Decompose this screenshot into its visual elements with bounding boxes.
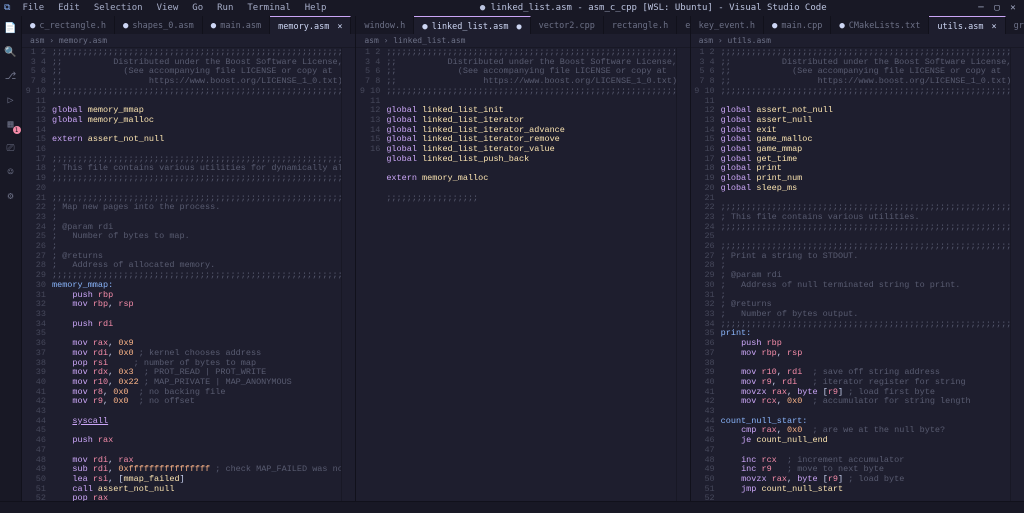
tab-memory-asm[interactable]: memory.asm × — [270, 16, 351, 34]
tab-label: utils.asm — [937, 22, 983, 32]
modified-dot-icon: ● — [839, 21, 844, 31]
tab-label: linked_list.asm — [432, 22, 509, 32]
tab-label: entity.cpp — [685, 21, 689, 31]
close-icon[interactable]: ✕ — [1006, 2, 1020, 14]
tab-actions: ⋯ — [351, 16, 355, 34]
editor-group-0: ● c_rectangle.h ● shapes_0.asm ● main.asm memo… — [22, 16, 356, 501]
main-area: 📄 🔍 ⎇ ▷ ▦1 ⎚ ☺ ⚙ ● c_rectangle.h ● shapes_0.asm ● ma… — [0, 16, 1024, 501]
settings-icon[interactable]: ⚙ — [3, 188, 19, 204]
minimap[interactable] — [1010, 48, 1024, 501]
line-gutter: 1 2 3 4 5 6 7 8 9 10 11 12 13 14 15 16 1… — [691, 48, 721, 501]
breadcrumb[interactable]: asm › memory.asm — [22, 34, 355, 48]
tab-utils-asm[interactable]: utils.asm × — [929, 16, 1005, 34]
line-gutter: 1 2 3 4 5 6 7 8 9 10 11 12 13 14 15 16 — [356, 48, 386, 501]
tab-shapes-0-asm[interactable]: ● shapes_0.asm — [115, 16, 203, 34]
tab-rectangle-h[interactable]: rectangle.h — [604, 16, 677, 34]
tab-close-icon[interactable]: × — [991, 22, 996, 32]
tab-label: rectangle.h — [612, 21, 668, 31]
tab-linked-list-asm[interactable]: ● linked_list.asm ● — [414, 16, 530, 34]
explorer-icon[interactable]: 📄 — [3, 20, 19, 36]
accounts-icon[interactable]: ☺ — [3, 164, 19, 180]
tab-c-rectangle-h[interactable]: ● c_rectangle.h — [22, 16, 115, 34]
tab-window-h[interactable]: window.h — [356, 16, 414, 34]
menu-go[interactable]: Go — [186, 2, 209, 14]
tab-label: window.h — [364, 21, 405, 31]
search-icon[interactable]: 🔍 — [3, 44, 19, 60]
tab-label: vector2.cpp — [539, 21, 595, 31]
tab-main-cpp[interactable]: ● main.cpp — [764, 16, 831, 34]
line-gutter: 1 2 3 4 5 6 7 8 9 10 11 12 13 14 15 16 1… — [22, 48, 52, 501]
editor-groups: ● c_rectangle.h ● shapes_0.asm ● main.asm memo… — [22, 16, 1024, 501]
code-lines[interactable]: ;;;;;;;;;;;;;;;;;;;;;;;;;;;;;;;;;;;;;;;;… — [52, 48, 341, 501]
tab-vector2-cpp[interactable]: vector2.cpp — [531, 16, 604, 34]
menu-run[interactable]: Run — [211, 2, 239, 14]
tab-main-asm[interactable]: ● main.asm — [203, 16, 270, 34]
status-bar[interactable] — [0, 501, 1024, 513]
tab-close-icon[interactable]: × — [337, 22, 342, 32]
modified-dot-icon: ● — [30, 21, 35, 31]
minimize-icon[interactable]: ─ — [974, 2, 988, 14]
modified-dot-icon: ● — [422, 22, 427, 32]
vscode-icon: ⧉ — [4, 3, 10, 13]
title-bar: ⧉ FileEditSelectionViewGoRunTerminalHelp… — [0, 0, 1024, 16]
activity-bar: 📄 🔍 ⎇ ▷ ▦1 ⎚ ☺ ⚙ — [0, 16, 22, 501]
breadcrumb[interactable]: asm › utils.asm — [691, 34, 1024, 48]
code-lines[interactable]: ;;;;;;;;;;;;;;;;;;;;;;;;;;;;;;;;;;;;;;;;… — [721, 48, 1010, 501]
modified-dot-icon: ● — [123, 21, 128, 31]
tab-bar: window.h ● linked_list.asm ● vector2.cpp rect… — [356, 16, 689, 34]
remote-icon[interactable]: ⎚ — [3, 140, 19, 156]
extensions-icon[interactable]: ▦1 — [3, 116, 19, 132]
tab-cmakelists-txt[interactable]: ● CMakeLists.txt — [831, 16, 929, 34]
tab-label: key_event.h — [699, 21, 755, 31]
minimap[interactable] — [341, 48, 355, 501]
tab-label: shapes_0.asm — [132, 21, 193, 31]
menu-terminal[interactable]: Terminal — [241, 2, 296, 14]
window-controls: ─ ▢ ✕ — [974, 2, 1020, 14]
editor-group-2: key_event.h ● main.cpp ● CMakeLists.txt utils… — [691, 16, 1024, 501]
tab-label: c_rectangle.h — [39, 21, 106, 31]
menu-selection[interactable]: Selection — [88, 2, 149, 14]
tab-bar: key_event.h ● main.cpp ● CMakeLists.txt utils… — [691, 16, 1024, 34]
tab-graphics-cpp[interactable]: graphics.cpp — [1006, 16, 1024, 34]
badge: 1 — [13, 126, 21, 134]
tab-bar: ● c_rectangle.h ● shapes_0.asm ● main.asm memo… — [22, 16, 355, 34]
code-editor[interactable]: 1 2 3 4 5 6 7 8 9 10 11 12 13 14 15 16 1… — [691, 48, 1024, 501]
tab-label: memory.asm — [278, 22, 329, 32]
menu-file[interactable]: File — [16, 2, 50, 14]
tab-label: graphics.cpp — [1014, 21, 1024, 31]
menu-edit[interactable]: Edit — [52, 2, 86, 14]
editor-group-1: window.h ● linked_list.asm ● vector2.cpp rect… — [356, 16, 690, 501]
debug-icon[interactable]: ▷ — [3, 92, 19, 108]
modified-dot-icon: ● — [772, 21, 777, 31]
menu-view[interactable]: View — [151, 2, 185, 14]
tab-label: CMakeLists.txt — [849, 21, 921, 31]
scm-icon[interactable]: ⎇ — [3, 68, 19, 84]
minimap[interactable] — [676, 48, 690, 501]
tab-entity-cpp[interactable]: entity.cpp — [677, 16, 689, 34]
code-editor[interactable]: 1 2 3 4 5 6 7 8 9 10 11 12 13 14 15 16 ;… — [356, 48, 689, 501]
menu-help[interactable]: Help — [299, 2, 333, 14]
tab-close-icon[interactable]: ● — [516, 22, 521, 32]
maximize-icon[interactable]: ▢ — [990, 2, 1004, 14]
menu-bar: FileEditSelectionViewGoRunTerminalHelp — [16, 2, 332, 14]
modified-dot-icon: ● — [211, 21, 216, 31]
window-title: ● linked_list.asm - asm_c_cpp [WSL: Ubun… — [332, 3, 974, 13]
tab-key-event-h[interactable]: key_event.h — [691, 16, 764, 34]
tab-label: main.cpp — [781, 21, 822, 31]
code-editor[interactable]: 1 2 3 4 5 6 7 8 9 10 11 12 13 14 15 16 1… — [22, 48, 355, 501]
breadcrumb[interactable]: asm › linked_list.asm — [356, 34, 689, 48]
code-lines[interactable]: ;;;;;;;;;;;;;;;;;;;;;;;;;;;;;;;;;;;;;;;;… — [386, 48, 675, 501]
tab-label: main.asm — [220, 21, 261, 31]
